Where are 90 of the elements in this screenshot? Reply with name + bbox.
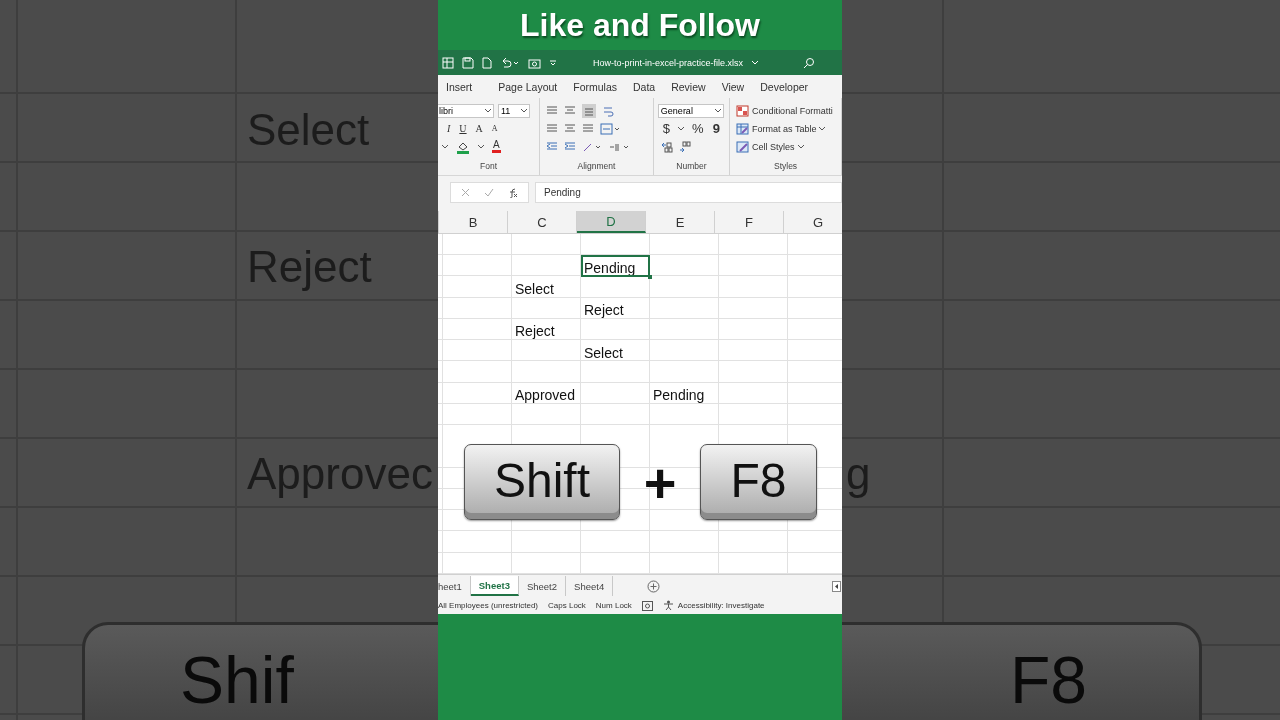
ribbon-tab[interactable]: Developer bbox=[752, 75, 817, 98]
table-cell[interactable]: Select bbox=[581, 340, 650, 362]
key-label: Shif bbox=[180, 647, 294, 713]
plus-sign: + bbox=[642, 449, 678, 515]
ribbon-tab[interactable]: Formulas bbox=[565, 75, 625, 98]
font-name-field[interactable]: libri bbox=[438, 103, 494, 118]
italic-button[interactable]: I bbox=[446, 123, 452, 134]
formula-field[interactable]: Pending bbox=[535, 182, 842, 203]
column-header[interactable]: E bbox=[646, 211, 715, 233]
status-text: All Employees (unrestricted) bbox=[438, 601, 539, 610]
currency-button[interactable]: $ bbox=[661, 122, 672, 135]
sheet-tab[interactable]: Sheet2 bbox=[518, 576, 567, 596]
group-label: Alignment bbox=[576, 161, 617, 173]
cell-styles-button[interactable]: Cell Styles bbox=[736, 140, 804, 153]
undo-icon[interactable] bbox=[500, 56, 520, 69]
enter-icon[interactable] bbox=[484, 188, 494, 197]
keyboard-key: F8 bbox=[700, 444, 817, 520]
caret-icon[interactable] bbox=[751, 58, 760, 67]
conditional-format-icon bbox=[736, 104, 750, 117]
table-cell[interactable]: Reject bbox=[581, 297, 650, 319]
save-icon[interactable] bbox=[462, 56, 474, 69]
cancel-icon[interactable] bbox=[461, 188, 470, 197]
increase-indent-icon[interactable] bbox=[564, 141, 576, 152]
scroll-left-icon[interactable] bbox=[832, 580, 841, 592]
group-label: Styles bbox=[772, 161, 799, 173]
number-format-field[interactable]: General bbox=[657, 103, 724, 118]
table-cell[interactable]: Pending bbox=[650, 382, 719, 404]
shrink-font-button[interactable]: A bbox=[490, 124, 499, 133]
caret-icon bbox=[478, 144, 484, 149]
spreadsheet-icon[interactable] bbox=[442, 56, 454, 69]
comma-button[interactable]: 9 bbox=[711, 122, 721, 135]
conditional-formatting-button[interactable]: Conditional Formatti bbox=[736, 104, 833, 117]
font-size-field[interactable]: 11 bbox=[498, 103, 530, 118]
align-right-icon[interactable] bbox=[582, 123, 594, 134]
decrease-indent-icon[interactable] bbox=[546, 141, 558, 152]
cell-styles-icon bbox=[736, 140, 750, 153]
bottom-align-icon[interactable] bbox=[582, 103, 596, 118]
table-cell[interactable]: Reject bbox=[512, 319, 581, 341]
align-center-icon[interactable] bbox=[564, 123, 576, 134]
page-view-icon[interactable] bbox=[641, 600, 653, 611]
file-name: How-to-print-in-excel-practice-file.xlsx bbox=[593, 57, 744, 68]
grow-font-button[interactable]: A bbox=[474, 123, 484, 134]
align-left-icon[interactable] bbox=[546, 123, 558, 134]
font-size-text: 11 bbox=[501, 105, 511, 116]
status-text: Num Lock bbox=[595, 601, 632, 610]
new-file-icon[interactable] bbox=[482, 56, 492, 69]
add-sheet-icon[interactable] bbox=[647, 579, 661, 593]
group-label: Number bbox=[675, 161, 708, 173]
status-text: Caps Lock bbox=[548, 601, 586, 610]
caret-icon bbox=[442, 144, 448, 149]
percent-button[interactable]: % bbox=[691, 122, 705, 135]
wrap-text-icon[interactable] bbox=[602, 104, 614, 117]
ribbon-tab[interactable]: Page Layout bbox=[480, 75, 566, 98]
caret-icon bbox=[521, 108, 527, 113]
number-format-text: General bbox=[660, 105, 693, 116]
middle-align-icon[interactable] bbox=[564, 105, 576, 116]
ribbon-tab[interactable]: Review bbox=[663, 75, 714, 98]
banner-title: Like and Follow bbox=[520, 6, 760, 44]
table-format-icon bbox=[736, 122, 750, 135]
status-text: Accessibility: Investigate bbox=[677, 601, 765, 610]
table-cell[interactable]: Select bbox=[512, 276, 581, 298]
column-header[interactable]: F bbox=[715, 211, 784, 233]
column-header[interactable]: B bbox=[439, 211, 508, 233]
table-cell[interactable]: Approved bbox=[512, 382, 581, 404]
ribbon-tab[interactable]: Data bbox=[625, 75, 664, 98]
sheet-tab[interactable]: heet1 bbox=[438, 576, 471, 596]
caret-icon bbox=[797, 144, 804, 149]
column-header[interactable]: D bbox=[577, 211, 646, 233]
ribbon-tab[interactable]: View bbox=[713, 75, 753, 98]
keyboard-key: Shift bbox=[464, 444, 620, 520]
group-label: Font bbox=[479, 161, 498, 173]
caret-icon bbox=[678, 126, 685, 131]
function-icon[interactable] bbox=[508, 187, 518, 198]
caret-icon bbox=[485, 108, 491, 113]
sheet-tab[interactable]: Sheet4 bbox=[566, 576, 614, 596]
merge-cells-icon[interactable] bbox=[600, 122, 620, 135]
font-name-text: libri bbox=[439, 105, 453, 116]
format-as-table-button[interactable]: Format as Table bbox=[736, 122, 826, 135]
ribbon-tab[interactable]: Insert bbox=[438, 75, 481, 98]
accessibility-icon[interactable] bbox=[662, 600, 674, 611]
top-align-icon[interactable] bbox=[546, 105, 558, 116]
underline-button[interactable]: U bbox=[458, 123, 468, 134]
font-color-button[interactable]: A bbox=[492, 140, 501, 153]
caret-icon bbox=[819, 126, 826, 131]
table-cell[interactable]: Pending bbox=[581, 255, 650, 277]
sheet-tab[interactable]: Sheet3 bbox=[470, 576, 519, 596]
search-icon[interactable] bbox=[803, 56, 816, 69]
caret-icon bbox=[714, 108, 721, 113]
key-label: F8 bbox=[1010, 647, 1088, 713]
camera-icon[interactable] bbox=[528, 56, 541, 69]
